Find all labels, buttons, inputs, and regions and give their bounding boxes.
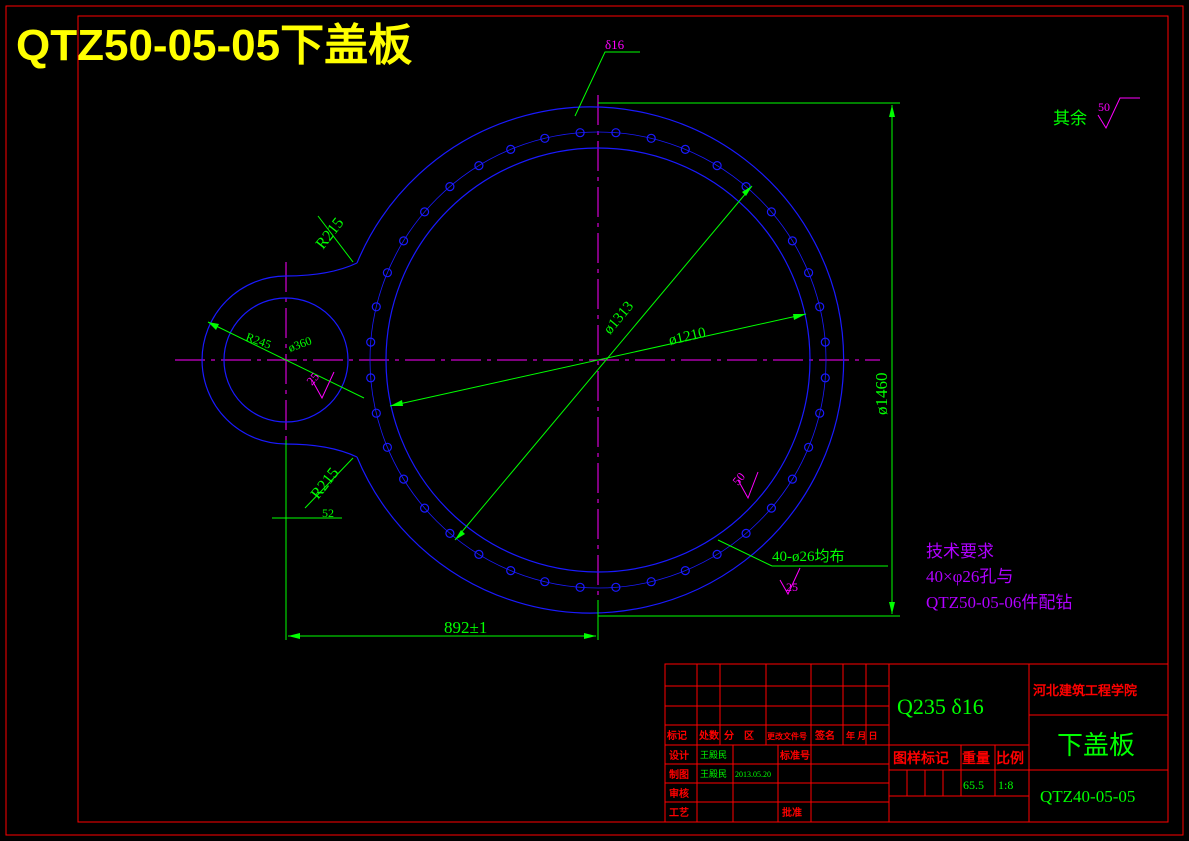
tb-draft-date: 2013.05.20 bbox=[735, 770, 771, 779]
outer-frame bbox=[5, 5, 1184, 836]
tb-material: Q235 δ16 bbox=[897, 694, 984, 719]
dim-holes: 40-ø26均布 bbox=[772, 548, 845, 565]
tb-label-date: 年 月 日 bbox=[846, 730, 878, 741]
roughness-holes: 25 bbox=[786, 580, 798, 594]
thickness-callout: δ16 bbox=[605, 37, 625, 52]
tb-scale-value: 1:8 bbox=[998, 778, 1013, 792]
roughness-symbols bbox=[311, 97, 1140, 596]
tb-label-standard: 标准号 bbox=[779, 749, 810, 762]
tb-label-weight: 重量 bbox=[962, 750, 990, 767]
tb-label-sign: 签名 bbox=[814, 729, 835, 742]
tb-drawing-no: QTZ40-05-05 bbox=[1040, 787, 1135, 806]
tb-label-change: 更改文件号 bbox=[767, 731, 807, 741]
tb-label-approve: 批准 bbox=[782, 806, 802, 819]
dim-d1210: ø1210 bbox=[667, 325, 707, 349]
tb-label-draw: 制图 bbox=[669, 768, 689, 781]
dim-d1313: ø1313 bbox=[601, 299, 637, 338]
tb-part-name: 下盖板 bbox=[1057, 731, 1135, 760]
tb-label-design: 设计 bbox=[669, 749, 689, 762]
tb-label-zone: 分 区 bbox=[724, 729, 754, 742]
dim-d360: ø360 bbox=[286, 333, 313, 354]
tb-drafter: 王殿民 bbox=[700, 769, 727, 779]
drawing-title: QTZ50-05-05下盖板 bbox=[16, 21, 412, 70]
tech-line-2: QTZ50-05-06件配钻 bbox=[926, 593, 1072, 612]
dim-892: 892±1 bbox=[444, 618, 487, 637]
tech-heading: 技术要求 bbox=[926, 542, 994, 561]
dim-r245: R245 bbox=[244, 330, 273, 352]
dim-52: 52 bbox=[322, 506, 334, 520]
dim-r215-bottom: R215 bbox=[308, 465, 343, 503]
tb-label-check: 审核 bbox=[669, 787, 689, 800]
inner-frame bbox=[77, 15, 1169, 823]
tech-line-1: 40×φ26孔与 bbox=[926, 567, 1013, 586]
roughness-inner: 25 bbox=[304, 370, 322, 388]
tb-weight-value: 65.5 bbox=[963, 778, 984, 792]
roughness-general: 50 bbox=[1098, 100, 1110, 114]
tb-label-scale: 比例 bbox=[996, 750, 1024, 767]
tb-label-stage: 图样标记 bbox=[893, 750, 949, 767]
tb-label-mark: 标记 bbox=[666, 729, 687, 742]
tb-designer: 王殿民 bbox=[700, 750, 727, 760]
dim-r215-top: R215 bbox=[313, 215, 348, 253]
drawing-sheet: QTZ50-05-05下盖板 ø1313 ø1210 ø1460 R215 R2… bbox=[5, 5, 1184, 836]
tb-label-count: 处数 bbox=[698, 729, 720, 742]
tb-label-process: 工艺 bbox=[669, 806, 689, 819]
roughness-rest-label: 其余 bbox=[1053, 109, 1087, 128]
dim-d1460: ø1460 bbox=[872, 373, 891, 416]
tb-school: 河北建筑工程学院 bbox=[1033, 683, 1137, 698]
roughness-ring: 50 bbox=[730, 470, 748, 488]
